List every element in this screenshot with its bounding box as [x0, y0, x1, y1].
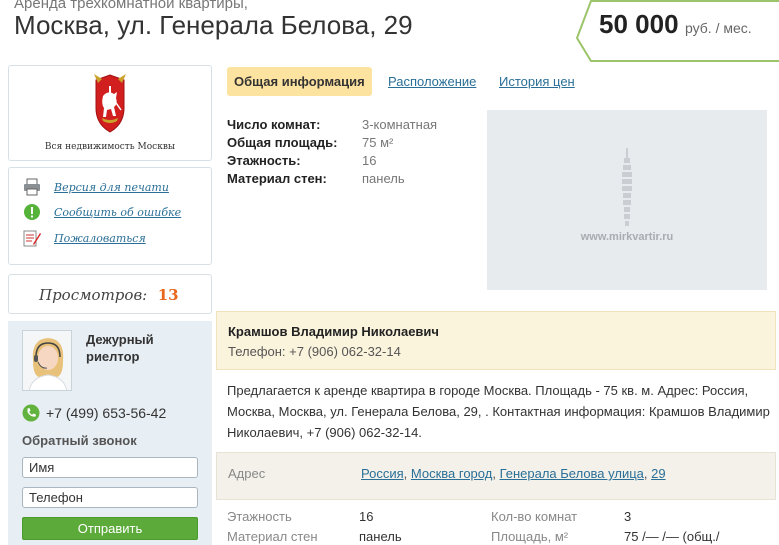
tab-price-history[interactable]: История цен	[499, 67, 575, 96]
address-house-link[interactable]: 29	[651, 466, 665, 481]
tower-logo-icon	[622, 148, 632, 226]
listing-photo-placeholder[interactable]: www.mirkvartir.ru	[487, 110, 767, 290]
avatar	[22, 330, 72, 391]
tab-general-info[interactable]: Общая информация	[227, 67, 372, 96]
fact-value: 3-комнатная	[362, 117, 438, 132]
address-links: Россия, Москва город, Генерала Белова ул…	[361, 466, 666, 481]
printer-icon	[24, 178, 40, 196]
address-city-link[interactable]: Москва город	[411, 466, 492, 481]
realtor-avatar-icon	[23, 331, 71, 390]
callback-name-input[interactable]	[22, 457, 198, 478]
fact-label: Материал стен:	[227, 171, 327, 186]
listing-description: Предлагается к аренде квартира в городе …	[227, 383, 770, 440]
fact-value: 16	[362, 153, 377, 168]
complain-link[interactable]: Пожаловаться	[54, 232, 146, 245]
moscow-coat-of-arms-icon	[94, 74, 126, 133]
phone-icon	[22, 404, 40, 422]
views-card: Просмотров: 13	[8, 274, 212, 314]
address-street-link[interactable]: Генерала Белова улица	[500, 466, 644, 481]
realtor-panel: Дежурный риелтор +7 (499) 653-56-42 Обра…	[8, 321, 212, 545]
complaint-icon	[23, 230, 41, 247]
tab-location[interactable]: Расположение	[388, 67, 476, 96]
callback-phone-input[interactable]	[22, 487, 198, 508]
spec-label: Материал стен	[227, 529, 318, 544]
fact-value: 75 м²	[362, 135, 394, 150]
moscow-emblem-card[interactable]: Вся недвижимость Москвы	[8, 65, 212, 161]
views-label: Просмотров:	[39, 286, 148, 304]
page-title: Москва, ул. Генерала Белова, 29	[14, 10, 413, 40]
realtor-phone: +7 (499) 653-56-42	[46, 405, 167, 421]
spec-label: Этажность	[227, 509, 292, 524]
spec-value: 75 /— /— (общ./	[624, 529, 720, 544]
emblem-caption: Вся недвижимость Москвы	[44, 142, 176, 152]
realtor-phone-row: +7 (499) 653-56-42	[22, 404, 166, 422]
price-unit: руб. / мес.	[684, 20, 752, 36]
address-label: Адрес	[228, 466, 266, 481]
callback-title: Обратный звонок	[22, 433, 137, 448]
spec-value: 16	[359, 509, 374, 524]
print-version-link-row[interactable]: Версия для печати	[23, 178, 169, 196]
fact-label: Число комнат:	[227, 117, 321, 132]
views-count: 13	[157, 286, 179, 304]
print-version-link[interactable]: Версия для печати	[54, 181, 169, 194]
report-error-link-row[interactable]: Сообщить об ошибке	[23, 203, 181, 221]
spec-label: Площадь, м²	[491, 529, 569, 544]
fact-value: панель	[362, 171, 405, 186]
contact-card: Крамшов Владимир Николаевич Телефон: +7 …	[216, 311, 776, 370]
report-error-link[interactable]: Сообщить об ошибке	[54, 206, 181, 219]
contact-name: Крамшов Владимир Николаевич	[228, 324, 439, 339]
price-badge: 50 000 руб. / мес.	[575, 0, 779, 62]
fact-label: Общая площадь:	[227, 135, 338, 150]
spec-label: Кол-во комнат	[491, 509, 578, 524]
address-country-link[interactable]: Россия	[361, 466, 404, 481]
address-row: Адрес Россия, Москва город, Генерала Бел…	[216, 452, 776, 500]
realtor-title: Дежурный риелтор	[86, 332, 154, 364]
complain-link-row[interactable]: Пожаловаться	[23, 229, 146, 247]
price-amount: 50 000	[599, 9, 679, 39]
contact-phone: Телефон: +7 (906) 062-32-14	[228, 344, 401, 359]
actions-card: Версия для печати Сообщить об ошибке Пож…	[8, 167, 212, 265]
spec-value: панель	[359, 529, 402, 544]
photo-watermark: www.mirkvartir.ru	[580, 231, 674, 243]
exclamation-icon	[24, 204, 40, 220]
send-callback-button[interactable]: Отправить	[22, 517, 198, 540]
spec-value: 3	[624, 509, 632, 524]
fact-label: Этажность:	[227, 153, 301, 168]
